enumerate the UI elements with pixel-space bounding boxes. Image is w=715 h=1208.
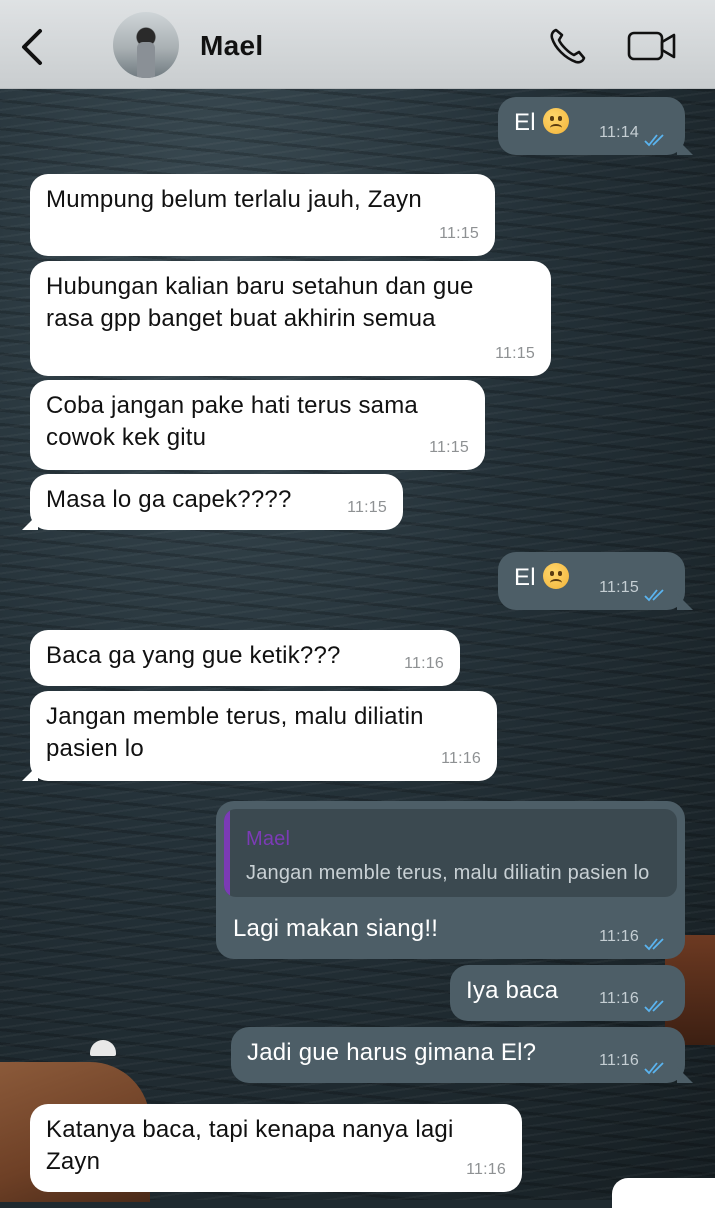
- quote-accent-bar: [224, 809, 230, 897]
- message-line: Masa lo ga capek????: [46, 486, 292, 513]
- message-time: 11:16: [599, 1052, 639, 1069]
- message-incoming[interactable]: Mumpung belum terlalu jauh, Zayn 11:15: [30, 174, 495, 256]
- message-time: 11:16: [466, 1161, 506, 1178]
- message-line: Coba jangan pake hati terus sama: [46, 392, 418, 419]
- chat-header: Mael: [0, 0, 715, 89]
- message-incoming[interactable]: Baca ga yang gue ketik??? 11:16: [30, 630, 460, 686]
- read-receipt-icon: [644, 938, 664, 951]
- message-time: 11:16: [599, 990, 639, 1007]
- message-time: 11:15: [495, 345, 535, 362]
- read-receipt-icon: [644, 134, 664, 147]
- message-line: Mumpung belum terlalu jauh, Zayn: [46, 186, 422, 213]
- message-line: cowok kek gitu: [46, 424, 207, 451]
- message-time: 11:16: [404, 655, 444, 672]
- message-incoming[interactable]: Masa lo ga capek???? 11:15: [22, 474, 403, 530]
- message-outgoing-reply[interactable]: Mael Jangan memble terus, malu diliatin …: [216, 801, 685, 959]
- message-line: Hubungan kalian baru setahun dan gue: [46, 273, 474, 300]
- message-incoming[interactable]: Jangan memble terus, malu diliatin pasie…: [22, 691, 497, 781]
- message-text: El: [514, 109, 536, 136]
- message-time: 11:15: [429, 439, 469, 456]
- video-camera-icon[interactable]: [626, 26, 678, 66]
- message-time: 11:14: [599, 124, 639, 141]
- quoted-message[interactable]: Mael Jangan memble terus, malu diliatin …: [224, 809, 677, 897]
- message-line: Baca ga yang gue ketik???: [46, 642, 341, 669]
- message-time: 11:15: [599, 579, 639, 596]
- message-time: 11:16: [599, 928, 639, 945]
- message-text: Lagi makan siang!!: [233, 915, 439, 942]
- message-outgoing[interactable]: Iya baca 11:16: [450, 965, 685, 1021]
- read-receipt-icon: [644, 589, 664, 602]
- message-time: 11:16: [441, 750, 481, 767]
- message-line: Katanya baca, tapi kenapa nanya lagi: [46, 1116, 454, 1143]
- message-line: pasien lo: [46, 735, 144, 762]
- message-text: El: [514, 564, 536, 591]
- avatar[interactable]: [113, 12, 179, 78]
- message-time: 11:15: [347, 499, 387, 516]
- message-incoming[interactable]: Hubungan kalian baru setahun dan gue ras…: [30, 261, 551, 376]
- message-line: Zayn: [46, 1148, 101, 1175]
- read-receipt-icon: [644, 1000, 664, 1013]
- message-outgoing[interactable]: El 11:14: [498, 97, 693, 155]
- message-outgoing[interactable]: El 11:15: [498, 552, 693, 610]
- read-receipt-icon: [644, 1062, 664, 1075]
- frowning-face-icon: [542, 108, 569, 134]
- phone-icon[interactable]: [548, 26, 588, 66]
- message-incoming[interactable]: Coba jangan pake hati terus sama cowok k…: [30, 380, 485, 470]
- contact-name[interactable]: Mael: [200, 30, 263, 62]
- quoted-text: Jangan memble terus, malu diliatin pasie…: [246, 862, 650, 884]
- message-outgoing[interactable]: Jadi gue harus gimana El? 11:16: [231, 1027, 693, 1083]
- quoted-sender: Mael: [246, 828, 291, 850]
- frowning-face-icon: [542, 563, 569, 589]
- chevron-left-icon[interactable]: [18, 28, 48, 66]
- message-incoming[interactable]: Katanya baca, tapi kenapa nanya lagi Zay…: [30, 1104, 522, 1192]
- message-time: 11:15: [439, 225, 479, 242]
- message-line: rasa gpp banget buat akhirin semua: [46, 305, 436, 332]
- scroll-to-bottom-button[interactable]: [612, 1178, 715, 1208]
- message-line: Jangan memble terus, malu diliatin: [46, 703, 424, 730]
